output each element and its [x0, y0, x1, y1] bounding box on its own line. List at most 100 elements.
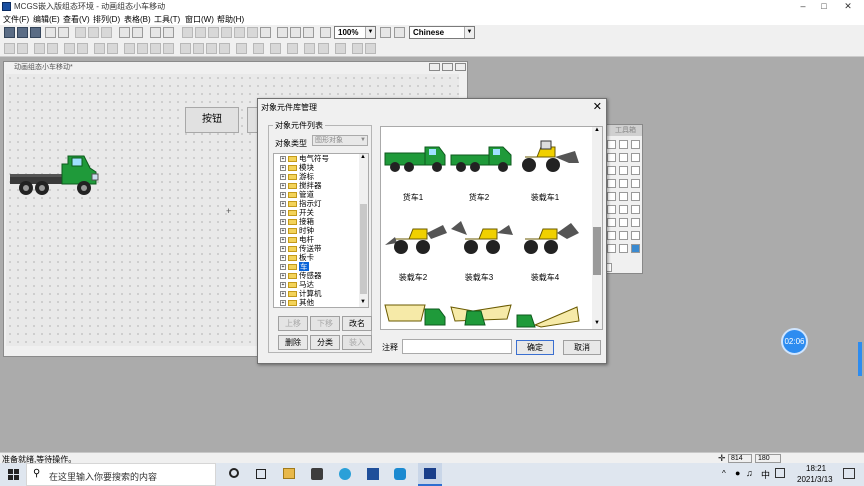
lib-tool-icon[interactable] — [631, 231, 640, 240]
scroll-down-icon[interactable]: ▼ — [594, 320, 600, 326]
layer-icon[interactable] — [277, 27, 288, 38]
ellipse-tool-icon[interactable] — [631, 153, 640, 162]
editor-minimize-button[interactable] — [429, 63, 440, 71]
menu-view[interactable]: 查看(V) — [63, 14, 90, 25]
align-center-icon[interactable] — [17, 43, 28, 54]
unlock-icon[interactable] — [107, 43, 118, 54]
object-preview-pane[interactable]: 货车1 货车2 装载车1 装载车2 装载车3 装载车4 ▲ ▼ — [380, 126, 603, 330]
rotate-left-icon[interactable] — [124, 43, 135, 54]
edge-icon[interactable] — [339, 468, 351, 480]
tree-item[interactable]: + 指示灯 — [280, 199, 322, 208]
cortana-icon[interactable] — [229, 468, 239, 478]
move-up-button[interactable]: 上移 — [278, 316, 308, 331]
tree-item[interactable]: + 游标 — [280, 172, 314, 181]
loader-1-image[interactable] — [515, 137, 581, 175]
align-bottom-icon[interactable] — [221, 27, 232, 38]
keyboard-icon[interactable] — [775, 468, 785, 478]
task-view-icon[interactable] — [256, 469, 266, 479]
line-style-icon[interactable] — [253, 43, 264, 54]
clock-time[interactable]: 18:21 — [806, 464, 826, 473]
tree-item[interactable]: + 电气符号 — [280, 154, 329, 163]
menu-help[interactable]: 帮助(H) — [217, 14, 244, 25]
open-icon[interactable] — [17, 27, 28, 38]
move-icon[interactable] — [352, 43, 363, 54]
scroll-up-icon[interactable]: ▲ — [360, 154, 366, 160]
font-icon[interactable] — [236, 43, 247, 54]
truck-object[interactable] — [8, 150, 102, 200]
preview-icon[interactable] — [58, 27, 69, 38]
align-left-icon[interactable] — [182, 27, 193, 38]
slider-tool-icon[interactable] — [607, 205, 616, 214]
app-icon-2[interactable] — [394, 468, 406, 480]
space-h-icon[interactable] — [180, 43, 191, 54]
close-icon[interactable]: ✕ — [593, 100, 602, 113]
zoom-select[interactable]: 100% ▼ — [334, 26, 376, 39]
check-icon[interactable] — [290, 27, 301, 38]
list-tool-icon[interactable] — [619, 231, 628, 240]
dump-truck-1-image[interactable] — [383, 303, 447, 330]
move-down-button[interactable]: 下移 — [310, 316, 340, 331]
window-tool-icon[interactable] — [607, 244, 616, 253]
menu-arrange[interactable]: 排列(D) — [93, 14, 120, 25]
chevron-up-icon[interactable]: ^ — [722, 469, 726, 478]
clock-date[interactable]: 2021/3/13 — [797, 475, 833, 484]
component-tool-icon[interactable] — [631, 244, 640, 253]
grid-icon[interactable] — [260, 27, 271, 38]
round-rect-icon[interactable] — [619, 153, 628, 162]
center-icon[interactable] — [287, 43, 298, 54]
tree-item[interactable]: + 模块 — [280, 163, 314, 172]
close-button[interactable]: ✕ — [838, 0, 858, 13]
redo-icon[interactable] — [132, 27, 143, 38]
dump-truck-2-image[interactable] — [449, 303, 513, 330]
layer-tool-icon[interactable] — [619, 244, 628, 253]
menu-file[interactable]: 文件(F) — [3, 14, 29, 25]
button-tool-icon[interactable] — [631, 179, 640, 188]
trend-tool-icon[interactable] — [607, 218, 616, 227]
tree-item[interactable]: + 其他 — [280, 298, 314, 307]
rotate-right-icon[interactable] — [137, 43, 148, 54]
align-right-icon[interactable] — [195, 27, 206, 38]
text-tool-icon[interactable] — [619, 166, 628, 175]
order-back-icon[interactable] — [47, 43, 58, 54]
active-app-button[interactable] — [418, 463, 442, 486]
scroll-up-icon[interactable]: ▲ — [594, 127, 600, 133]
size-icon[interactable] — [365, 43, 376, 54]
rename-button[interactable]: 改名 — [342, 316, 372, 331]
tree-item[interactable]: + 搅拌器 — [280, 181, 322, 190]
save-icon[interactable] — [30, 27, 41, 38]
new-icon[interactable] — [4, 27, 15, 38]
canvas-button[interactable]: 按钮 — [185, 107, 239, 133]
undo-icon[interactable] — [119, 27, 130, 38]
type-select[interactable]: 图形对象 ▼ — [312, 135, 368, 146]
tree-item[interactable]: + 传送带 — [280, 244, 322, 253]
run-icon[interactable] — [303, 27, 314, 38]
category-tree[interactable]: + 电气符号 + 模块 + 游标 + 搅拌器 + 管道 + 指示灯 + 开关 + 接箱 + 时钟 … — [273, 153, 369, 308]
tree-item[interactable]: + 马达 — [280, 280, 314, 289]
group-icon[interactable] — [64, 43, 75, 54]
object-icon[interactable] — [163, 27, 174, 38]
fit-icon[interactable] — [304, 43, 315, 54]
font-size-up-icon[interactable] — [380, 27, 391, 38]
editor-close-button[interactable] — [455, 63, 466, 71]
tree-scrollbar[interactable]: ▲ ▼ — [359, 154, 368, 307]
flip-h-icon[interactable] — [150, 43, 161, 54]
copy-icon[interactable] — [88, 27, 99, 38]
same-height-icon[interactable] — [247, 27, 258, 38]
lock-layer-icon[interactable] — [335, 43, 346, 54]
label-tool-icon[interactable] — [607, 179, 616, 188]
floating-timer[interactable]: 02:06 — [781, 328, 808, 355]
ungroup-icon[interactable] — [77, 43, 88, 54]
tree-item[interactable]: + 传感器 — [280, 271, 322, 280]
clock-tool-icon[interactable] — [619, 205, 628, 214]
order-front-icon[interactable] — [34, 43, 45, 54]
scroll-down-icon[interactable]: ▼ — [360, 299, 366, 305]
font-size-down-icon[interactable] — [394, 27, 405, 38]
lock-icon[interactable] — [94, 43, 105, 54]
menu-tools[interactable]: 工具(T) — [154, 14, 180, 25]
tree-item[interactable]: + 计算机 — [280, 289, 322, 298]
tools-icon[interactable] — [150, 27, 161, 38]
cancel-button[interactable]: 取消 — [563, 340, 601, 355]
file-explorer-icon[interactable] — [283, 468, 295, 479]
menu-table[interactable]: 表格(B) — [124, 14, 151, 25]
language-select[interactable]: Chinese ▼ — [409, 26, 475, 39]
